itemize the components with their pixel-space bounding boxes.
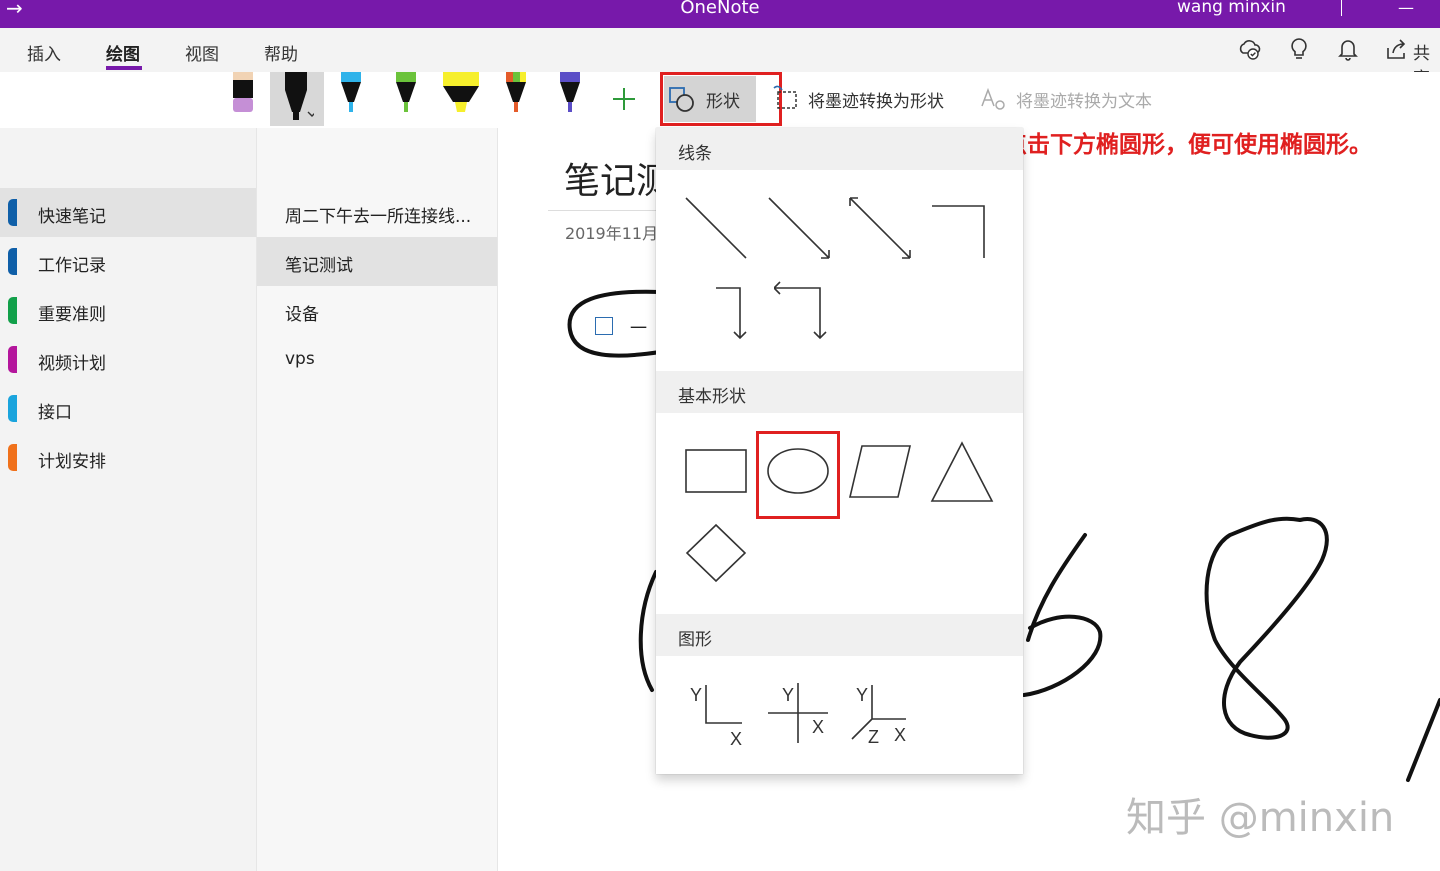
ink-slash [1406,698,1440,782]
watermark: 知乎 @minxin [1126,795,1395,841]
lines-group-header: 线条 [656,128,1023,170]
xyz-axis-icon[interactable]: Y Z X [840,673,920,753]
axis-label-y: Y [856,685,868,705]
ink-digit-6 [1022,533,1103,697]
elbow-double-arrow-icon[interactable] [774,273,854,353]
double-arrow-shape-icon[interactable] [840,188,920,268]
ellipse-highlight [756,431,840,519]
axis-label-x: X [730,729,742,749]
ink-digit-8 [1204,516,1329,740]
line-shape-icon[interactable] [676,188,756,268]
xy-axis-icon[interactable]: Y X [676,673,756,753]
arrow-shape-icon[interactable] [759,188,839,268]
axis-label-z: Z [868,727,879,747]
xy-cross-axis-icon[interactable]: Y X [758,673,838,753]
group-label: 基本形状 [678,387,746,407]
group-label: 图形 [678,630,712,650]
parallelogram-shape-icon[interactable] [840,431,920,511]
graphs-group-header: 图形 [656,614,1023,656]
axis-label-x: X [812,717,824,737]
group-label: 线条 [678,144,712,164]
ink-stroke-left [638,570,658,692]
axis-label-x: X [894,725,906,745]
basic-shapes-group-header: 基本形状 [656,371,1023,413]
diamond-shape-icon[interactable] [676,513,756,593]
elbow-connector-icon[interactable] [922,188,1002,268]
rectangle-shape-icon[interactable] [676,431,756,511]
ink-circle-stroke [567,289,662,358]
axis-label-y: Y [690,685,702,705]
axis-label-y: Y [782,685,794,705]
triangle-shape-icon[interactable] [922,431,1002,511]
